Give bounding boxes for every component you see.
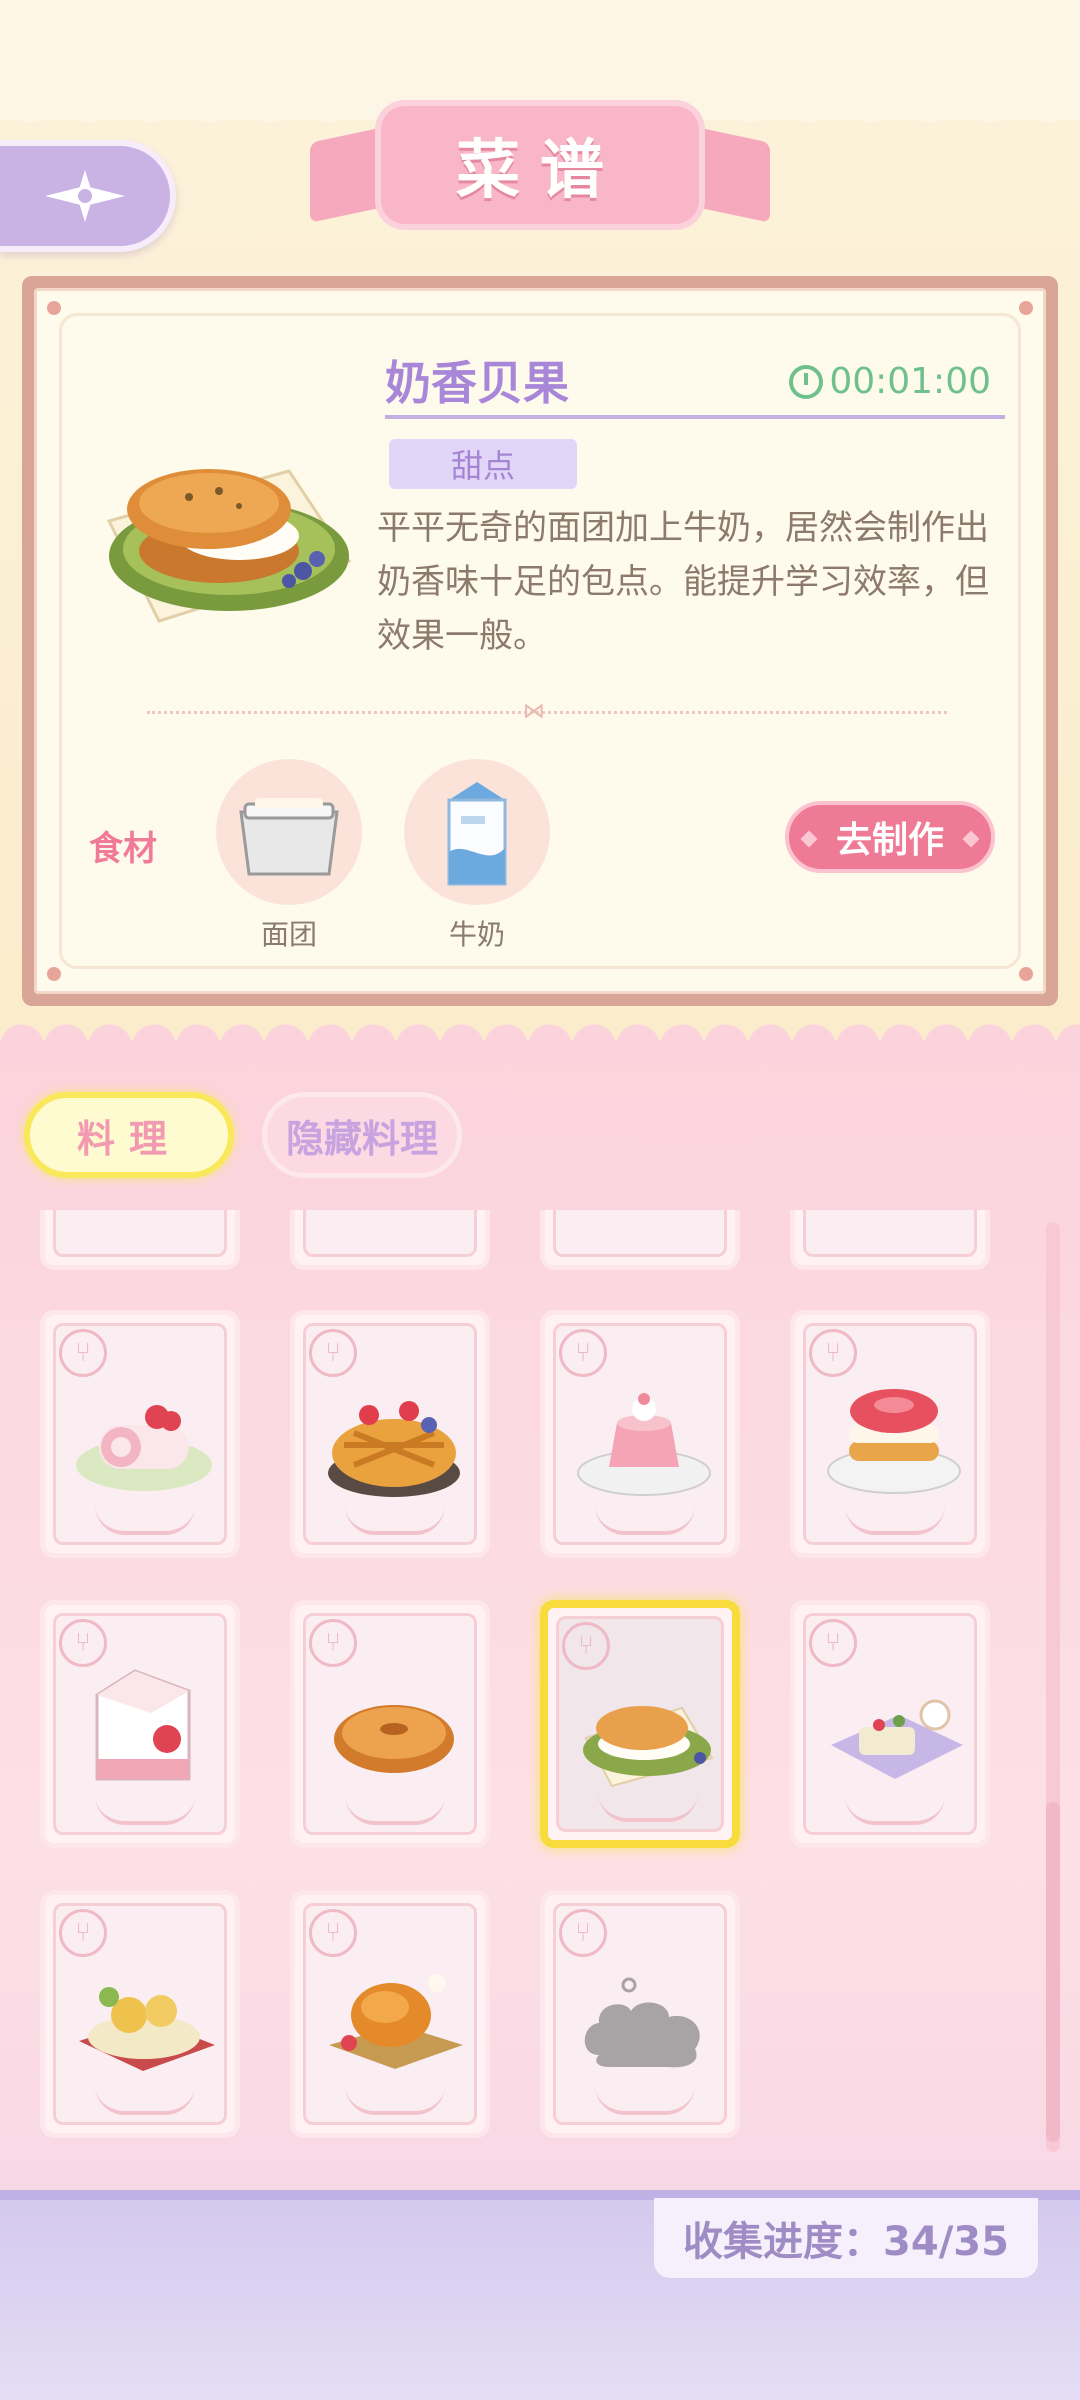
wreath-icon [595, 1505, 695, 1535]
title-banner: 菜谱 [310, 90, 770, 240]
corner-dot [47, 967, 61, 981]
card-frame [53, 1210, 227, 1257]
corner-dot [1019, 967, 1033, 981]
bagel-icon [334, 1705, 454, 1773]
ingredient-icon-frame [404, 759, 550, 905]
page-title: 菜谱 [456, 134, 624, 208]
dish-card[interactable] [790, 1210, 990, 1270]
dish-grid: ⑂ ⑂ ⑂ ⑂ ⑂ ⑂ ⑂ ⑂ ⑂ ⑂ ⑂ [0, 1210, 1080, 2150]
wreath-icon [345, 1505, 445, 1535]
bow-icon: ⋈ [523, 699, 545, 724]
card-frame [553, 1210, 727, 1257]
dish-card-tea-set[interactable]: ⑂ [790, 1600, 990, 1848]
dish-card-roast-chicken[interactable]: ⑂ [290, 1890, 490, 2138]
dish-card[interactable] [40, 1210, 240, 1270]
recipe-detail-card: 奶香贝果 00:01:00 甜点 平平无奇的面团加上牛奶，居然会制作出奶香味十足… [22, 276, 1058, 1006]
cook-timer: 00:01:00 [789, 361, 991, 402]
tea-set-icon [831, 1699, 963, 1779]
wreath-icon [845, 1505, 945, 1535]
corner-dot [47, 301, 61, 315]
dough-box-icon [239, 798, 339, 876]
dish-card-locked[interactable]: ⑂ [540, 1890, 740, 2138]
dish-card-strawberry-milk[interactable]: ⑂ [40, 1600, 240, 1848]
wreath-icon [345, 1795, 445, 1825]
compass-arrow-icon [45, 170, 125, 222]
make-button[interactable]: 去制作 [785, 801, 995, 873]
wreath-icon [95, 1505, 195, 1535]
ingredient-dough[interactable]: 面团 [213, 759, 365, 953]
ingredient-icon-frame [216, 759, 362, 905]
wreath-icon [345, 2085, 445, 2115]
recipe-card-inner: 奶香贝果 00:01:00 甜点 平平无奇的面团加上牛奶，居然会制作出奶香味十足… [34, 288, 1046, 994]
ingredient-label: 牛奶 [448, 918, 505, 951]
ingredient-milk[interactable]: 牛奶 [401, 759, 553, 953]
dish-card-strawberry-roll-cake[interactable]: ⑂ [40, 1310, 240, 1558]
name-underline [385, 415, 1005, 419]
dish-card-strawberry-jelly[interactable]: ⑂ [540, 1310, 740, 1558]
wreath-icon [95, 2085, 195, 2115]
dish-card-bagel[interactable]: ⑂ [290, 1600, 490, 1848]
category-tag: 甜点 [389, 439, 577, 489]
strawberry-pancakes-icon [827, 1389, 961, 1494]
banner-plate: 菜谱 [375, 100, 705, 230]
back-button[interactable] [0, 140, 176, 252]
ingredients-label: 食材 [89, 829, 157, 869]
grid-scrollbar[interactable] [1046, 1222, 1060, 2152]
dish-card[interactable] [540, 1210, 740, 1270]
strawberry-roll-cake-icon [76, 1405, 212, 1491]
dish-card-fruit-tart[interactable]: ⑂ [290, 1310, 490, 1558]
recipe-name: 奶香贝果 [385, 356, 569, 410]
strawberry-milk-icon [95, 1669, 191, 1781]
roast-chicken-icon [329, 1974, 463, 2069]
tab-hidden-dishes[interactable]: 隐藏料理 [262, 1092, 462, 1178]
card-frame [803, 1210, 977, 1257]
dotted-divider [147, 711, 947, 714]
dish-card[interactable] [290, 1210, 490, 1270]
strawberry-jelly-icon [577, 1393, 711, 1496]
corner-dot [1019, 301, 1033, 315]
milk-carton-icon [447, 782, 507, 886]
fruit-tart-icon [328, 1401, 460, 1497]
wreath-icon [845, 1795, 945, 1825]
wreath-icon [95, 1795, 195, 1825]
ingredient-label: 面团 [260, 918, 317, 951]
dish-card-pastry-platter[interactable]: ⑂ [40, 1890, 240, 2138]
collection-progress: 收集进度：34/35 [654, 2198, 1038, 2278]
scrollbar-thumb[interactable] [1046, 1802, 1060, 2142]
dish-card-milk-bagel[interactable]: ⑂ [540, 1600, 740, 1848]
wreath-icon [595, 2085, 695, 2115]
tab-dishes[interactable]: 料理 [24, 1092, 234, 1178]
card-frame [303, 1210, 477, 1257]
locked-dish-silhouette-icon [584, 1977, 700, 2068]
milk-bagel-image [106, 469, 352, 623]
timer-value: 00:01:00 [829, 361, 991, 402]
milk-bagel-icon [583, 1706, 714, 1788]
wreath-icon [598, 1792, 698, 1822]
pastry-platter-icon [79, 1987, 215, 2071]
dish-card-strawberry-pancakes[interactable]: ⑂ [790, 1310, 990, 1558]
recipe-description: 平平无奇的面团加上牛奶，居然会制作出奶香味十足的包点。能提升学习效率，但效果一般… [377, 508, 989, 656]
clock-icon [789, 364, 824, 399]
